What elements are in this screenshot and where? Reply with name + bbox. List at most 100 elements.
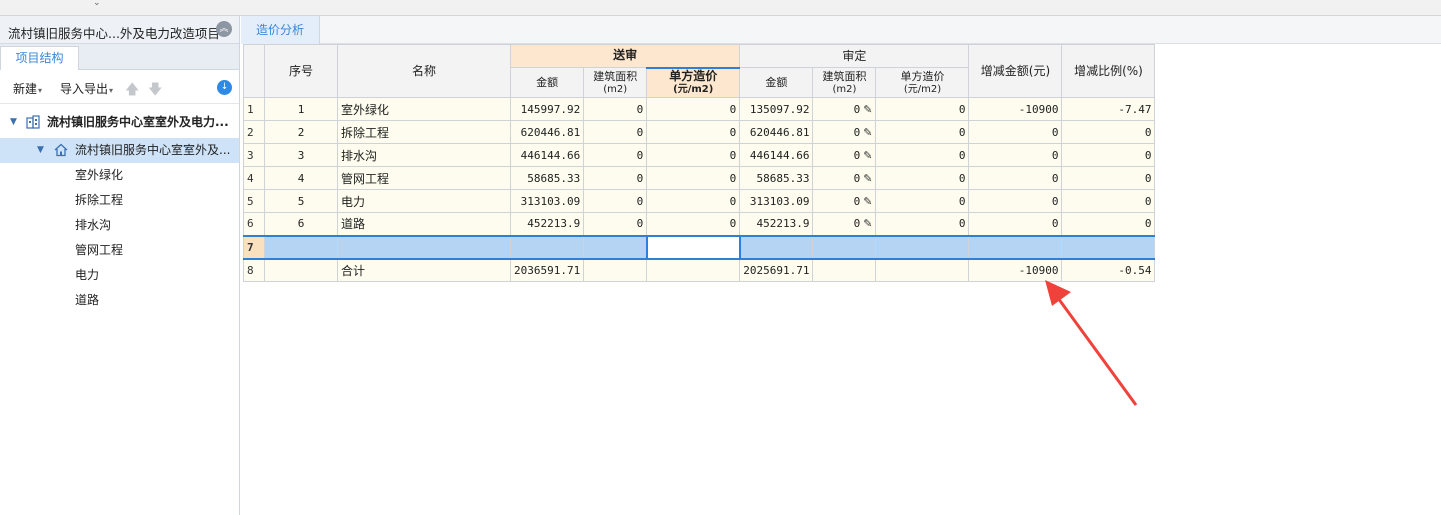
pencil-icon[interactable]: ✎: [863, 103, 872, 116]
cell-diff-ratio[interactable]: 0: [1061, 120, 1156, 144]
cell-diff-ratio[interactable]: 0: [1061, 212, 1156, 236]
cell-approved-area[interactable]: 0 ✎: [812, 212, 877, 236]
cell-approved-amount[interactable]: 2025691.71: [739, 258, 814, 282]
table-row[interactable]: 1 1 室外绿化 145997.92 0 0 135097.92 0 ✎ 0 -10900 -7.47: [243, 97, 1156, 121]
expand-triangle-icon[interactable]: ▼: [10, 110, 17, 135]
table-row[interactable]: 2 2 拆除工程 620446.81 0 0 620446.81 0 ✎ 0 0 0: [243, 120, 1156, 144]
cell-diff-amount[interactable]: -10900: [968, 258, 1063, 282]
pencil-icon[interactable]: ✎: [863, 172, 872, 185]
cell-approved-area[interactable]: 0 ✎: [812, 97, 877, 121]
cell-approved-unit-cost[interactable]: [875, 258, 970, 282]
cell-submitted-amount[interactable]: 313103.09: [509, 189, 585, 213]
cell-submitted-area[interactable]: 0: [583, 212, 648, 236]
cell-submitted-area[interactable]: 0: [583, 189, 648, 213]
cell-diff-amount[interactable]: 0: [968, 120, 1063, 144]
cell-approved-unit-cost[interactable]: 0: [875, 212, 970, 236]
tree-leaf[interactable]: 管网工程: [0, 238, 239, 263]
cell-submitted-unit-cost[interactable]: 0: [646, 212, 741, 236]
tree-leaf[interactable]: 排水沟: [0, 213, 239, 238]
cell-seq[interactable]: 5: [264, 189, 338, 213]
table-row[interactable]: 4 4 管网工程 58685.33 0 0 58685.33 0 ✎ 0 0 0: [243, 166, 1156, 190]
cell-diff-amount[interactable]: 0: [968, 166, 1063, 190]
pencil-icon[interactable]: ✎: [863, 195, 872, 208]
table-row-selected[interactable]: 7: [243, 234, 1156, 260]
expand-triangle-icon[interactable]: ▼: [37, 138, 44, 163]
table-row-total[interactable]: 8 合计 2036591.71 2025691.71 -10900 -0.54: [243, 258, 1156, 282]
cell-diff-amount[interactable]: 0: [968, 212, 1063, 236]
cell-submitted-area[interactable]: [583, 258, 648, 282]
tree-leaf[interactable]: 道路: [0, 288, 239, 313]
cell-seq[interactable]: 2: [264, 120, 338, 144]
cell-submitted-amount[interactable]: 446144.66: [509, 143, 585, 167]
cell-submitted-unit-cost[interactable]: 0: [646, 189, 741, 213]
cell-approved-unit-cost[interactable]: 0: [875, 189, 970, 213]
cell-diff-ratio[interactable]: -7.47: [1061, 97, 1156, 121]
cell-approved-area[interactable]: 0 ✎: [812, 120, 877, 144]
cell-submitted-unit-cost[interactable]: [646, 258, 741, 282]
cell-name[interactable]: 排水沟: [337, 143, 511, 167]
cell-approved-amount[interactable]: 58685.33: [739, 166, 814, 190]
tree-leaf[interactable]: 拆除工程: [0, 188, 239, 213]
cell-approved-amount[interactable]: 446144.66: [739, 143, 814, 167]
cell-approved-area[interactable]: 0 ✎: [812, 166, 877, 190]
tree-leaf[interactable]: 室外绿化: [0, 163, 239, 188]
cell-name[interactable]: 道路: [337, 212, 511, 236]
pencil-icon[interactable]: ✎: [863, 149, 872, 162]
cell-submitted-area[interactable]: 0: [583, 120, 648, 144]
cell-submitted-area[interactable]: 0: [583, 97, 648, 121]
cell-approved-amount[interactable]: 135097.92: [739, 97, 814, 121]
arrow-down-icon[interactable]: 🡇: [148, 79, 162, 103]
pencil-icon[interactable]: ✎: [863, 217, 872, 230]
cell-approved-area[interactable]: 0 ✎: [812, 143, 877, 167]
empty-cell[interactable]: [264, 234, 338, 260]
cell-diff-ratio[interactable]: 0: [1061, 166, 1156, 190]
active-cell[interactable]: [645, 234, 741, 260]
empty-cell[interactable]: [968, 234, 1063, 260]
cell-submitted-amount[interactable]: 452213.9: [509, 212, 585, 236]
cell-submitted-amount[interactable]: 145997.92: [509, 97, 585, 121]
cell-approved-amount[interactable]: 452213.9: [739, 212, 814, 236]
cell-diff-ratio[interactable]: 0: [1061, 189, 1156, 213]
collapse-up-icon[interactable]: ︽: [216, 21, 232, 37]
empty-cell[interactable]: [337, 234, 511, 260]
import-export-button[interactable]: 导入导出▾: [60, 80, 113, 97]
cell-submitted-amount[interactable]: 2036591.71: [509, 258, 585, 282]
cell-name[interactable]: 管网工程: [337, 166, 511, 190]
empty-cell[interactable]: [739, 234, 814, 260]
tree-root[interactable]: ▼ 流村镇旧服务中心室室外及电力...: [0, 110, 239, 135]
table-row[interactable]: 6 6 道路 452213.9 0 0 452213.9 0 ✎ 0 0 0: [243, 212, 1156, 236]
empty-cell[interactable]: [875, 234, 970, 260]
cell-approved-unit-cost[interactable]: 0: [875, 97, 970, 121]
cell-approved-area[interactable]: [812, 258, 877, 282]
cell-submitted-unit-cost[interactable]: 0: [646, 143, 741, 167]
cell-seq[interactable]: 3: [264, 143, 338, 167]
table-row[interactable]: 5 5 电力 313103.09 0 0 313103.09 0 ✎ 0 0 0: [243, 189, 1156, 213]
empty-cell[interactable]: [509, 234, 585, 260]
tree-child[interactable]: ▼ 流村镇旧服务中心室室外及...: [0, 138, 239, 163]
empty-cell[interactable]: [1061, 234, 1156, 260]
cell-submitted-amount[interactable]: 58685.33: [509, 166, 585, 190]
cell-approved-amount[interactable]: 620446.81: [739, 120, 814, 144]
cell-approved-area[interactable]: 0 ✎: [812, 189, 877, 213]
table-row[interactable]: 3 3 排水沟 446144.66 0 0 446144.66 0 ✎ 0 0 0: [243, 143, 1156, 167]
tab-project-structure[interactable]: 项目结构: [0, 46, 79, 70]
cell-submitted-unit-cost[interactable]: 0: [646, 166, 741, 190]
cell-seq[interactable]: 6: [264, 212, 338, 236]
new-button[interactable]: 新建▾: [13, 80, 42, 97]
cell-approved-unit-cost[interactable]: 0: [875, 166, 970, 190]
cell-diff-amount[interactable]: -10900: [968, 97, 1063, 121]
cell-approved-amount[interactable]: 313103.09: [739, 189, 814, 213]
cell-diff-amount[interactable]: 0: [968, 189, 1063, 213]
empty-cell[interactable]: [583, 234, 648, 260]
cell-approved-unit-cost[interactable]: 0: [875, 143, 970, 167]
cell-name[interactable]: 电力: [337, 189, 511, 213]
download-icon[interactable]: ↓: [217, 80, 232, 95]
cell-name[interactable]: 拆除工程: [337, 120, 511, 144]
cell-seq[interactable]: 1: [264, 97, 338, 121]
cell-submitted-area[interactable]: 0: [583, 143, 648, 167]
tree-leaf[interactable]: 电力: [0, 263, 239, 288]
cell-seq[interactable]: [264, 258, 338, 282]
cell-submitted-area[interactable]: 0: [583, 166, 648, 190]
tab-cost-analysis[interactable]: 造价分析: [241, 16, 320, 44]
cell-submitted-amount[interactable]: 620446.81: [509, 120, 585, 144]
